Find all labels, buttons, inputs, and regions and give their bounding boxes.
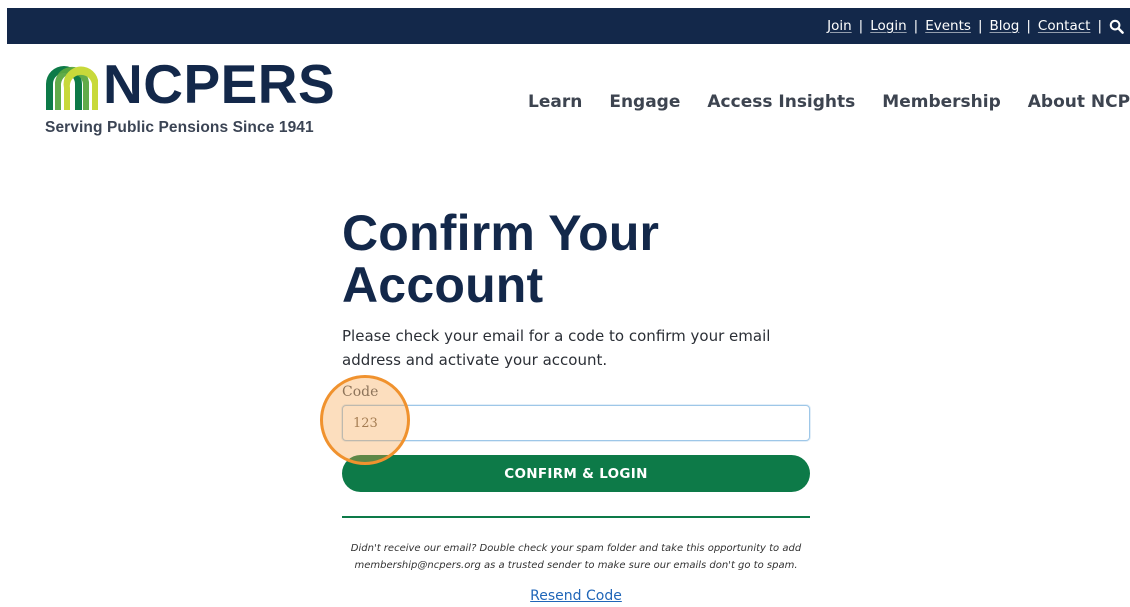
ncpers-logo[interactable]: NCPERS Serving Public Pensions Since 194… [44,53,336,137]
search-icon[interactable] [1109,19,1124,34]
confirm-account-form: Confirm Your Account Please check your e… [342,207,812,604]
separator: | [1026,18,1031,34]
top-link-blog[interactable]: Blog [990,18,1020,34]
code-input[interactable] [342,405,810,441]
confirm-login-button[interactable]: CONFIRM & LOGIN [342,455,810,492]
top-link-login[interactable]: Login [870,18,906,34]
nav-item-learn[interactable]: Learn [528,92,582,112]
page-title: Confirm Your Account [342,205,660,313]
top-link-join[interactable]: Join [827,18,852,34]
intro-text: Please check your email for a code to co… [342,327,771,369]
nav-item-access-insights[interactable]: Access Insights [707,92,855,112]
help-text: Didn't receive our email? Double check y… [342,540,810,574]
separator: | [1097,18,1102,34]
divider [342,516,810,518]
help-text-line2: membership@ncpers.org as a trusted sende… [354,560,798,571]
separator: | [858,18,864,34]
help-text-line1: Didn't receive our email? Double check y… [350,543,802,554]
nav-item-about-ncpers[interactable]: About NCPERS [1028,92,1130,112]
logo-mark-icon [46,66,98,110]
nav-item-engage[interactable]: Engage [609,92,680,112]
logo-wordmark: NCPERS [103,53,336,115]
top-link-events[interactable]: Events [925,18,971,34]
nav-item-membership[interactable]: Membership [882,92,1000,112]
top-utility-bar: Join | Login | Events | Blog | Contact | [7,8,1130,44]
logo-tagline: Serving Public Pensions Since 1941 [45,119,314,136]
separator: | [913,18,919,34]
main-nav: Learn Engage Access Insights Membership … [528,92,1130,112]
resend-code-link[interactable]: Resend Code [342,588,810,604]
code-label: Code [342,384,379,400]
top-link-contact[interactable]: Contact [1038,18,1091,34]
top-links: Join | Login | Events | Blog | Contact | [827,8,1124,44]
separator: | [977,18,983,34]
